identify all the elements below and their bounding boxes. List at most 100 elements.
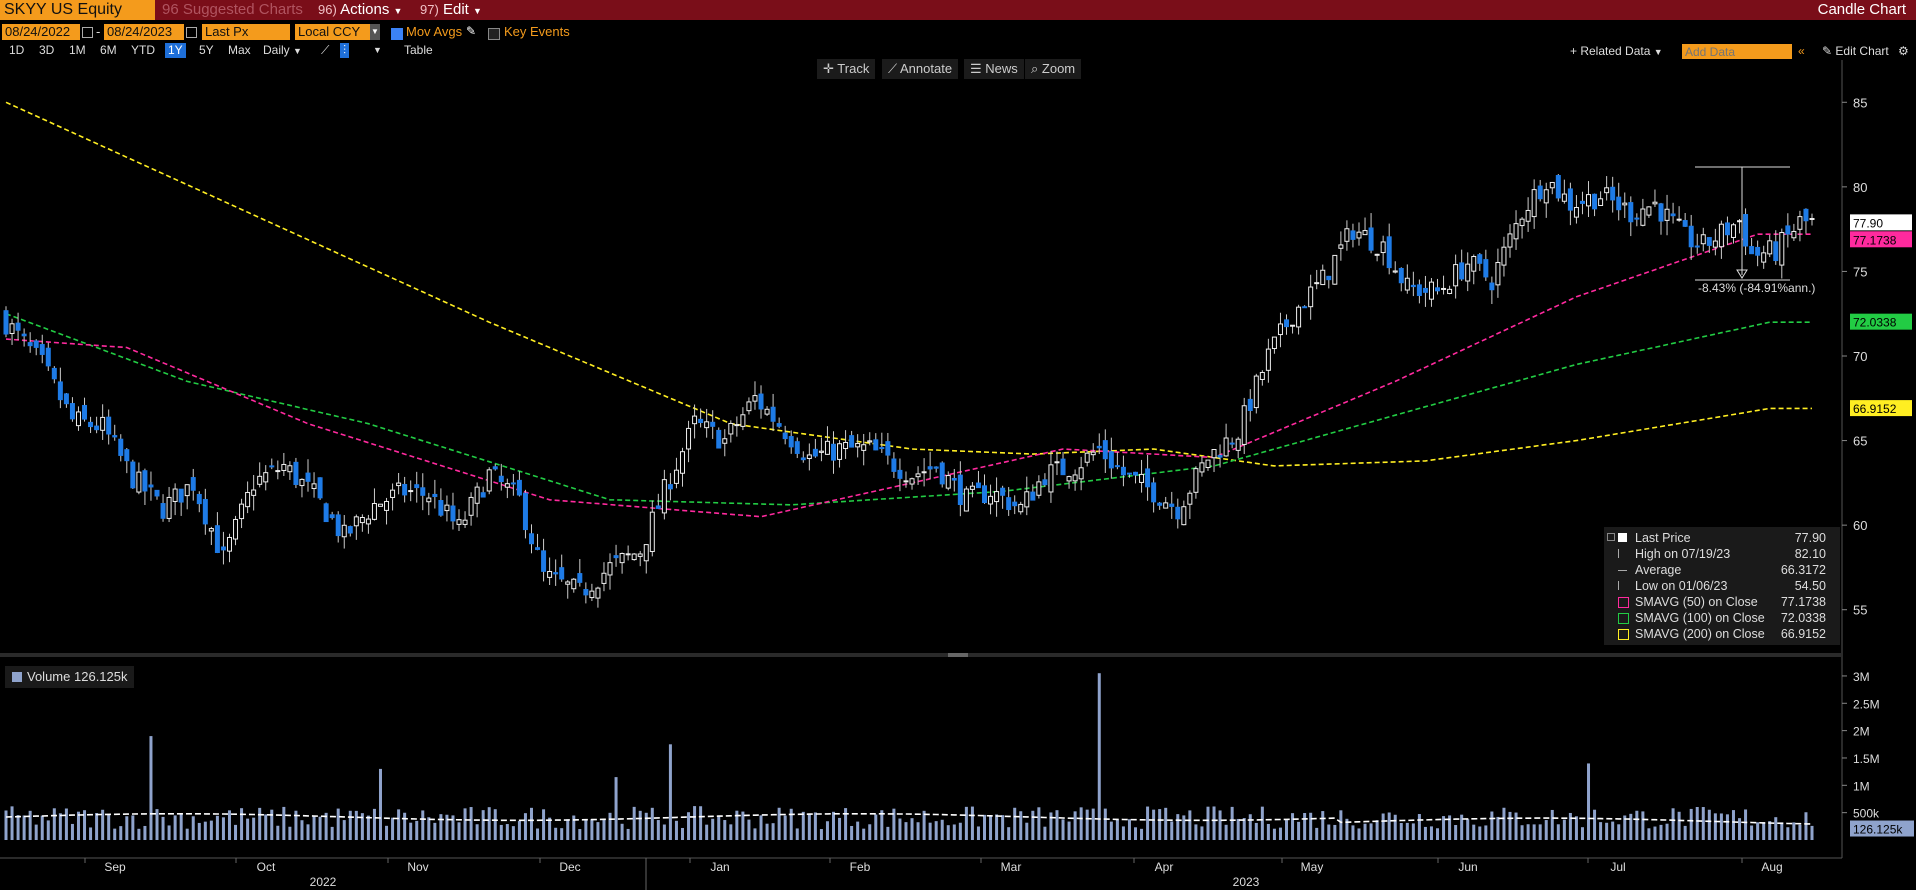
candle-body: [740, 414, 746, 427]
related-data-button[interactable]: + Related Data ▼: [1570, 43, 1663, 60]
volume-bar: [1176, 814, 1180, 840]
candle-body: [263, 472, 269, 483]
field-select[interactable]: Last Px: [202, 24, 290, 40]
candle-body: [100, 416, 106, 431]
volume-bar: [970, 806, 974, 840]
legend-average: Average 66.3172: [1604, 562, 1840, 578]
period-5y[interactable]: 5Y: [196, 43, 217, 58]
candle-body: [1392, 270, 1398, 273]
actions-menu[interactable]: 96) Actions ▼: [318, 0, 402, 20]
mov-avgs-checkbox[interactable]: [391, 28, 403, 40]
period-ytd[interactable]: YTD: [128, 43, 158, 58]
candle-body: [1676, 218, 1682, 221]
candle-body: [746, 401, 752, 412]
volume-bar: [1309, 812, 1313, 840]
price-labels: 77.90 77.1738 72.0338 66.9152 126.125k: [1850, 214, 1914, 837]
volume-bar: [161, 816, 165, 840]
suggested-charts-num: 96: [162, 1, 179, 18]
volume-bar: [1164, 807, 1168, 840]
volume-bar: [469, 807, 473, 840]
high-marker-icon: [1618, 549, 1623, 558]
volume-bar: [445, 814, 449, 840]
end-date-input[interactable]: 08/24/2023: [104, 24, 184, 40]
price-tick-label: 55: [1853, 603, 1867, 618]
start-date-input[interactable]: 08/24/2022: [2, 24, 80, 40]
currency-dropdown-icon[interactable]: ▼: [370, 24, 380, 40]
candle-body: [843, 441, 849, 450]
volume-bar: [1423, 826, 1427, 840]
key-events-checkbox[interactable]: [488, 28, 500, 40]
volume-bar: [1738, 818, 1742, 840]
annotate-tool[interactable]: ⟋ Annotate: [882, 59, 959, 79]
volume-bar: [578, 829, 582, 840]
volume-bar: [765, 823, 769, 840]
currency-select[interactable]: Local CCY: [295, 24, 375, 40]
legend-value: 82.10: [1794, 547, 1826, 561]
period-1d[interactable]: 1D: [6, 43, 27, 58]
period-6m[interactable]: 6M: [97, 43, 120, 58]
candle-body: [1501, 246, 1507, 266]
volume-bar: [1725, 814, 1729, 840]
volume-bar: [197, 822, 201, 840]
news-tool[interactable]: ☰ News: [964, 59, 1024, 79]
ticker-field[interactable]: SKYY US Equity: [0, 0, 155, 20]
volume-bar: [421, 810, 425, 840]
candle-body: [535, 547, 541, 550]
collapse-icon[interactable]: «: [1798, 43, 1805, 60]
candle-body: [1803, 208, 1809, 222]
pencil-icon[interactable]: ✎: [466, 24, 476, 38]
candle-body: [510, 482, 516, 485]
candle-body: [462, 519, 468, 525]
volume-bar: [795, 828, 799, 840]
period-3d[interactable]: 3D: [36, 43, 57, 58]
candle-body: [39, 344, 45, 355]
candle-body: [782, 432, 788, 440]
track-label: Track: [837, 61, 870, 76]
volume-tick-label: 1M: [1853, 779, 1870, 793]
frequency-select[interactable]: Daily ▼: [260, 43, 305, 58]
candle-body: [15, 322, 21, 331]
volume-bar: [566, 819, 570, 840]
style-caret-icon[interactable]: ▼: [370, 43, 385, 58]
track-tool[interactable]: ✛ Track: [817, 59, 876, 79]
period-max[interactable]: Max: [225, 43, 254, 58]
volume-bar: [759, 815, 763, 840]
suggested-charts-button[interactable]: 96 Suggested Charts: [162, 0, 303, 20]
candle-body: [571, 578, 577, 590]
candle-body: [547, 570, 553, 578]
price-chart[interactable]: -8.43% (-84.91%ann.) 55 60 65 70 75 80 85 500k 1…: [0, 0, 1916, 890]
candle-body: [1471, 256, 1477, 272]
candle-style-icon[interactable]: ⫶: [340, 43, 350, 58]
period-1y[interactable]: 1Y: [165, 43, 186, 58]
start-calendar-icon[interactable]: [82, 27, 93, 38]
candle-body: [190, 477, 196, 491]
end-calendar-icon[interactable]: [186, 27, 197, 38]
volume-bar: [4, 810, 8, 840]
line-style-icon[interactable]: ⟋: [318, 43, 332, 58]
candle-body: [1217, 454, 1223, 458]
candle-body: [1302, 306, 1308, 309]
volume-bar: [638, 810, 642, 840]
candle-body: [1797, 216, 1803, 230]
candle-body: [468, 496, 474, 516]
candle-body: [667, 484, 673, 490]
candle-body: [1652, 201, 1658, 205]
settings-gear-icon[interactable]: ⚙: [1898, 43, 1909, 60]
volume-bar: [354, 810, 358, 840]
volume-bar: [1768, 821, 1772, 840]
volume-bar: [1194, 824, 1198, 840]
edit-menu[interactable]: 97) Edit ▼: [420, 0, 482, 20]
legend-collapse-icon[interactable]: [1607, 533, 1615, 541]
volume-label: Volume: [27, 669, 71, 684]
volume-bar: [572, 815, 576, 840]
volume-bar: [1683, 825, 1687, 840]
table-button[interactable]: Table: [401, 43, 436, 58]
add-data-input[interactable]: [1682, 44, 1792, 59]
candle-body: [1284, 319, 1290, 328]
candle-body: [1477, 254, 1483, 264]
volume-bar: [777, 807, 781, 840]
edit-caret-icon: ▼: [473, 6, 482, 16]
edit-chart-button[interactable]: ✎ Edit Chart: [1822, 43, 1889, 60]
zoom-tool[interactable]: ⌕ Zoom: [1025, 59, 1082, 79]
period-1m[interactable]: 1M: [66, 43, 89, 58]
